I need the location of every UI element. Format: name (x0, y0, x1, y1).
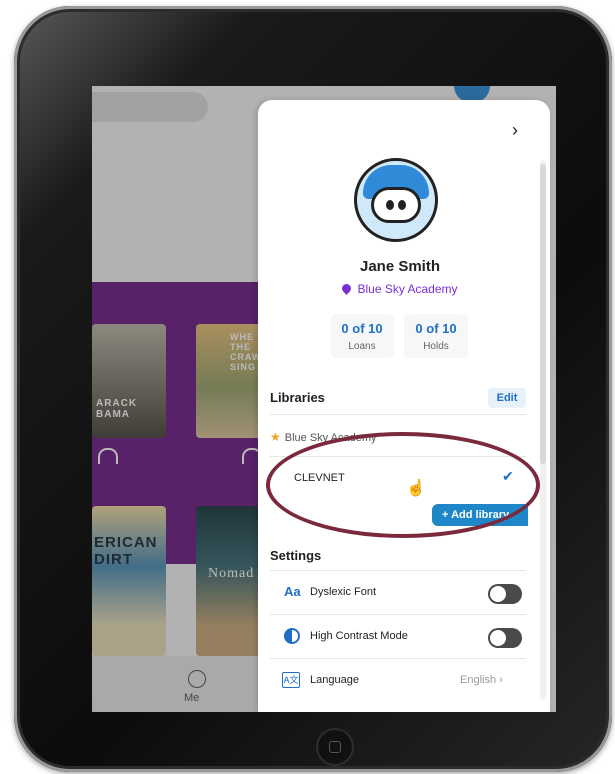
divider (270, 570, 526, 571)
setting-label: Dyslexic Font (310, 586, 377, 598)
holds-label: Holds (423, 341, 449, 352)
language-icon: A文 (282, 672, 300, 688)
scrollbar-thumb[interactable] (540, 164, 546, 464)
setting-dyslexic-font[interactable]: Aa Dyslexic Font (270, 574, 526, 612)
high-contrast-toggle[interactable] (488, 628, 522, 648)
highlight-ellipse (266, 432, 540, 538)
school-name: Blue Sky Academy (357, 282, 458, 296)
holds-value: 0 of 10 (415, 321, 457, 336)
user-avatar (354, 158, 438, 242)
language-value: English › (460, 674, 503, 686)
loans-stat[interactable]: 0 of 10 Loans (330, 314, 394, 358)
setting-high-contrast[interactable]: High Contrast Mode (270, 618, 526, 656)
user-school: Blue Sky Academy (258, 282, 542, 296)
divider (270, 658, 526, 659)
setting-label: High Contrast Mode (310, 630, 408, 642)
edit-libraries-button[interactable]: Edit (488, 388, 526, 408)
font-icon: Aa (284, 584, 301, 599)
setting-label: Language (310, 674, 359, 686)
divider (270, 414, 526, 415)
location-pin-icon (340, 282, 354, 295)
libraries-heading: Libraries (270, 390, 325, 405)
dyslexic-font-toggle[interactable] (488, 584, 522, 604)
user-name: Jane Smith (359, 258, 441, 275)
setting-language[interactable]: A文 Language English › (270, 662, 526, 700)
contrast-icon (284, 628, 300, 644)
star-icon: ★ (270, 430, 281, 444)
tablet-screen: ARACK BAMA WHE THE CRAWD SING ERICAN DIR… (92, 86, 556, 712)
holds-stat[interactable]: 0 of 10 Holds (404, 314, 468, 358)
account-panel: › Jane Smith Blue Sky Academy 0 of 10 Lo… (258, 100, 550, 712)
home-button[interactable] (316, 728, 354, 766)
close-chevron-icon[interactable]: › (512, 120, 518, 141)
settings-heading: Settings (270, 548, 322, 563)
divider (270, 614, 526, 615)
loans-value: 0 of 10 (341, 321, 383, 336)
loans-label: Loans (348, 341, 376, 352)
